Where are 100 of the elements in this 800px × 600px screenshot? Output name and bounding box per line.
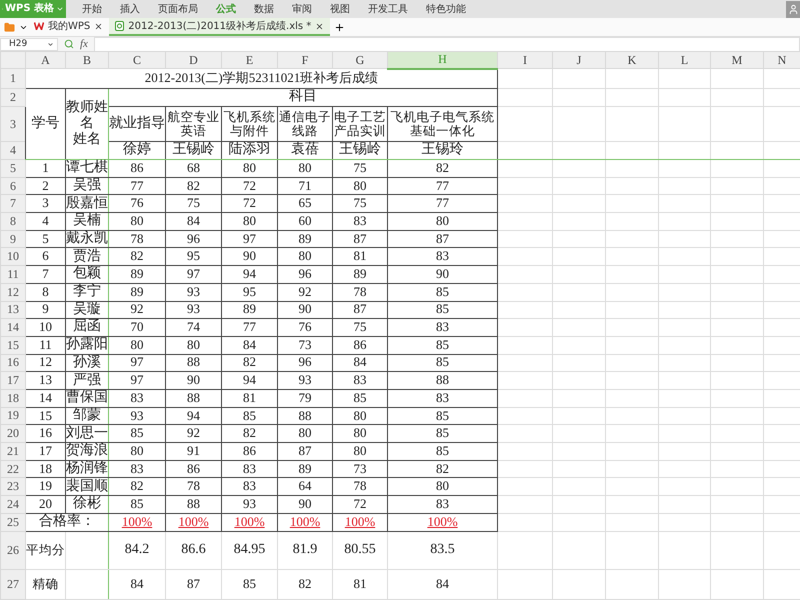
row-header[interactable]: 5 xyxy=(0,160,26,178)
table-cell: 96 xyxy=(278,354,332,372)
column-header[interactable]: C xyxy=(108,52,166,68)
column-header[interactable]: E xyxy=(222,52,278,68)
document-tab[interactable]: 2012-2013(二)2011级补考后成绩.xls * xyxy=(109,18,330,36)
column-header[interactable]: K xyxy=(606,52,658,68)
table-cell: 80 xyxy=(222,212,278,230)
row-header[interactable]: 12 xyxy=(0,283,26,301)
column-header[interactable]: F xyxy=(278,52,332,68)
menu-tab[interactable]: 页面布局 xyxy=(156,2,200,16)
row-header[interactable]: 20 xyxy=(0,424,26,442)
menu-tab[interactable]: 视图 xyxy=(328,2,352,16)
table-header: 科目 xyxy=(108,88,498,106)
row-header[interactable]: 2 xyxy=(0,88,26,106)
menu-tab[interactable]: 特色功能 xyxy=(424,2,468,16)
table-cell: 屈函 xyxy=(66,318,108,336)
close-icon[interactable] xyxy=(94,22,104,30)
row-header[interactable]: 23 xyxy=(0,478,26,496)
row-header[interactable]: 16 xyxy=(0,354,26,372)
table-cell: 86 xyxy=(332,336,388,354)
row-header[interactable]: 19 xyxy=(0,407,26,425)
table-cell: 76 xyxy=(108,194,166,213)
column-header[interactable]: B xyxy=(66,52,108,68)
table-cell: 83 xyxy=(108,389,166,408)
table-cell: 合格率： xyxy=(26,513,108,532)
table-cell: 84 xyxy=(166,212,222,230)
table-cell: 75 xyxy=(332,318,388,336)
table-cell: 91 xyxy=(166,442,222,460)
w-logo-icon xyxy=(34,22,44,30)
document-tab[interactable]: 我的WPS xyxy=(28,18,110,36)
function-button[interactable]: fx xyxy=(80,38,88,50)
table-cell: 78 xyxy=(166,478,222,496)
column-header[interactable]: D xyxy=(166,52,222,68)
table-cell: 87 xyxy=(166,569,222,600)
table-cell: 92 xyxy=(278,283,332,301)
table-cell: 71 xyxy=(278,177,332,195)
row-header[interactable]: 9 xyxy=(0,230,26,248)
table-cell: 97 xyxy=(108,354,166,372)
table-cell: 83 xyxy=(332,372,388,390)
column-header[interactable]: L xyxy=(658,52,710,68)
column-header[interactable]: G xyxy=(332,52,388,68)
name-box[interactable]: H29 xyxy=(0,38,58,50)
close-icon[interactable] xyxy=(315,22,324,30)
table-cell: 78 xyxy=(332,283,388,301)
table-cell: 75 xyxy=(332,160,388,178)
row-header[interactable]: 8 xyxy=(0,212,26,230)
column-header[interactable]: J xyxy=(552,52,606,68)
row-header[interactable]: 24 xyxy=(0,496,26,514)
row-header[interactable]: 18 xyxy=(0,389,26,408)
menu-tab[interactable]: 插入 xyxy=(118,2,142,16)
column-header[interactable]: M xyxy=(710,52,764,68)
table-cell: 97 xyxy=(166,266,222,284)
table-header: 王锡岭 xyxy=(332,142,388,160)
row-header[interactable]: 13 xyxy=(0,301,26,319)
new-tab-icon[interactable] xyxy=(334,22,346,32)
row-header[interactable]: 22 xyxy=(0,460,26,478)
formula-input[interactable] xyxy=(94,36,800,52)
row-header[interactable]: 26 xyxy=(0,531,26,570)
row-header[interactable]: 15 xyxy=(0,336,26,354)
table-cell: 严强 xyxy=(66,372,108,390)
table-cell: 85 xyxy=(108,424,166,442)
row-header[interactable]: 3 xyxy=(0,106,26,142)
row-header[interactable]: 27 xyxy=(0,569,26,600)
table-cell: 83 xyxy=(388,496,498,514)
table-cell: 13 xyxy=(26,372,66,390)
column-header[interactable]: I xyxy=(498,52,552,68)
menu-tab[interactable]: 数据 xyxy=(252,2,276,16)
table-cell: 12 xyxy=(26,354,66,372)
row-header[interactable]: 4 xyxy=(0,142,26,160)
folder-icon[interactable] xyxy=(4,22,15,32)
row-header[interactable]: 21 xyxy=(0,442,26,460)
row-header[interactable]: 11 xyxy=(0,266,26,284)
row-header[interactable]: 1 xyxy=(0,68,26,88)
row-header[interactable]: 7 xyxy=(0,194,26,213)
table-cell: 84 xyxy=(222,336,278,354)
column-header[interactable]: N xyxy=(764,52,800,68)
menu-tab[interactable]: 审阅 xyxy=(290,2,314,16)
menu-tab[interactable]: 开始 xyxy=(80,2,104,16)
table-cell: 15 xyxy=(26,407,66,425)
table-cell: 89 xyxy=(222,301,278,319)
table-cell: 87 xyxy=(332,301,388,319)
row-header[interactable]: 10 xyxy=(0,248,26,266)
table-cell: 82 xyxy=(108,248,166,266)
menu-tab[interactable]: 开发工具 xyxy=(366,2,410,16)
table-cell: 20 xyxy=(26,496,66,514)
table-cell: 85 xyxy=(388,407,498,425)
table-cell: 65 xyxy=(278,194,332,213)
table-cell: 90 xyxy=(222,248,278,266)
user-icon[interactable] xyxy=(786,0,800,18)
row-header[interactable]: 25 xyxy=(0,513,26,532)
table-cell: 19 xyxy=(26,478,66,496)
table-cell: 贾浩 xyxy=(66,248,108,266)
table-cell: 85 xyxy=(388,424,498,442)
column-header[interactable]: A xyxy=(26,52,66,68)
table-cell: 89 xyxy=(108,283,166,301)
row-header[interactable]: 17 xyxy=(0,372,26,390)
table-cell: 80 xyxy=(332,177,388,195)
search-icon[interactable] xyxy=(64,39,74,49)
row-header[interactable]: 14 xyxy=(0,318,26,336)
row-header[interactable]: 6 xyxy=(0,177,26,195)
